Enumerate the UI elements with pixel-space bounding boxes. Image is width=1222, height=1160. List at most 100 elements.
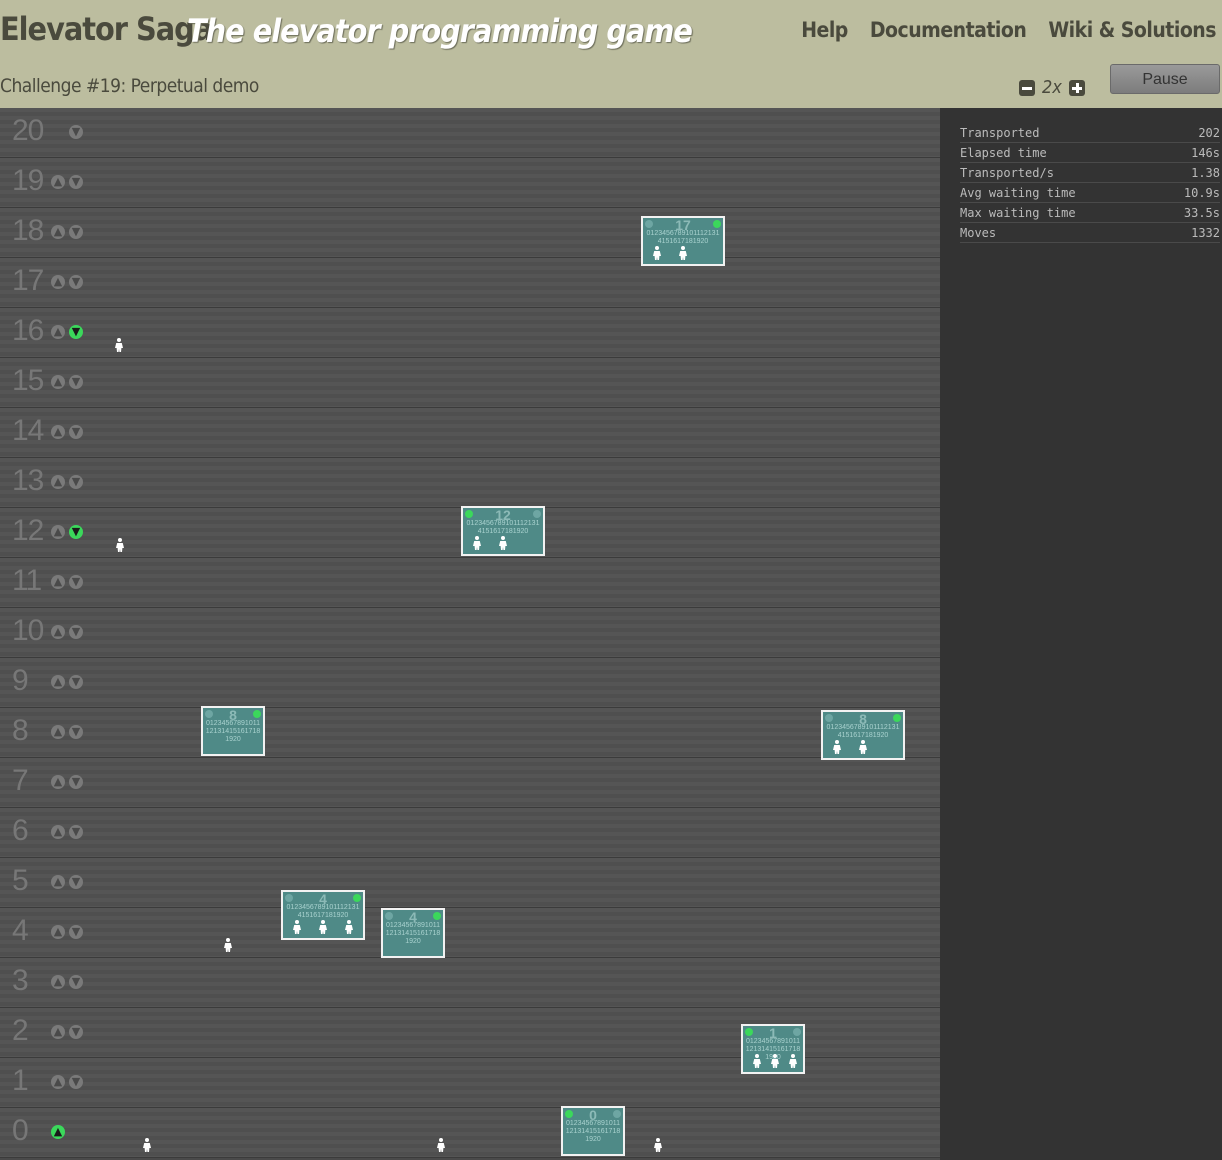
up-call-icon[interactable]: ▲ (51, 1075, 65, 1089)
up-call-icon[interactable]: ▲ (51, 725, 65, 739)
floor-number: 16 (12, 314, 44, 347)
up-call-icon[interactable]: ▲ (51, 225, 65, 239)
up-call-icon[interactable]: ▲ (51, 425, 65, 439)
floor-number: 12 (12, 514, 44, 547)
up-indicator-icon (825, 714, 833, 722)
down-call-icon[interactable]: ▼ (69, 725, 83, 739)
floor-row: 19 ▲ ▼ (0, 158, 940, 208)
passenger-icon (293, 920, 301, 934)
floor-row: 14 ▲ ▼ (0, 408, 940, 458)
up-call-icon[interactable]: ▲ (51, 625, 65, 639)
up-indicator-icon (745, 1028, 753, 1036)
stat-row: Elapsed time 146s (960, 142, 1220, 163)
passenger-icon (833, 740, 841, 754)
up-call-icon[interactable]: ▲ (51, 875, 65, 889)
up-call-icon[interactable]: ▲ (51, 475, 65, 489)
floor-number: 3 (12, 964, 29, 997)
floor-row: 17 ▲ ▼ (0, 258, 940, 308)
up-call-icon[interactable]: ▲ (51, 575, 65, 589)
documentation-link[interactable]: Documentation (870, 18, 1027, 42)
elevator-floor-buttons: 01234567891011121314151617181920 (385, 922, 441, 945)
speed-value: 2x (1042, 77, 1062, 98)
nav: Help Documentation Wiki & Solutions (801, 18, 1216, 42)
down-call-icon[interactable]: ▼ (69, 775, 83, 789)
floor-number: 5 (12, 864, 29, 897)
up-call-icon[interactable]: ▲ (51, 325, 65, 339)
stat-row: Max waiting time 33.5s (960, 202, 1220, 223)
floor-row: 8 ▲ ▼ (0, 708, 940, 758)
floor-row: 0 ▲ (0, 1108, 940, 1158)
up-call-icon[interactable]: ▲ (51, 275, 65, 289)
down-call-icon[interactable]: ▼ (69, 375, 83, 389)
waiting-passenger-icon (143, 1138, 151, 1152)
up-call-icon[interactable]: ▲ (51, 525, 65, 539)
floor-row: 6 ▲ ▼ (0, 808, 940, 858)
floor-number: 20 (12, 114, 44, 147)
stat-label: Avg waiting time (960, 186, 1076, 200)
elevator: 4 01234567891011121314151617181920 (381, 908, 445, 958)
up-call-icon[interactable]: ▲ (51, 1025, 65, 1039)
down-call-icon[interactable]: ▼ (69, 225, 83, 239)
stat-value: 10.9s (1183, 186, 1220, 200)
waiting-passenger-icon (654, 1138, 662, 1152)
floor-row: 16 ▲ ▼ (0, 308, 940, 358)
down-call-icon[interactable]: ▼ (69, 825, 83, 839)
stat-value: 1.38 (1191, 166, 1220, 180)
down-call-icon[interactable]: ▼ (69, 175, 83, 189)
up-call-icon[interactable]: ▲ (51, 775, 65, 789)
down-call-icon[interactable]: ▼ (69, 925, 83, 939)
elevator-floor-buttons: 01234567891011121314151617181920 (286, 904, 360, 919)
floor-number: 19 (12, 164, 44, 197)
floor-number: 7 (12, 764, 29, 797)
pause-button[interactable]: Pause (1110, 64, 1220, 94)
up-indicator-icon (385, 912, 393, 920)
down-call-icon[interactable]: ▼ (69, 125, 83, 139)
wiki-link[interactable]: Wiki & Solutions (1048, 18, 1216, 42)
up-call-icon[interactable]: ▲ (51, 375, 65, 389)
up-call-icon[interactable]: ▲ (51, 825, 65, 839)
up-indicator-icon (465, 510, 473, 518)
elevator: 8 01234567891011121314151617181920 (821, 710, 905, 760)
floor-row: 10 ▲ ▼ (0, 608, 940, 658)
floor-number: 2 (12, 1014, 29, 1047)
down-call-icon[interactable]: ▼ (69, 425, 83, 439)
stat-value: 202 (1198, 126, 1220, 140)
up-call-icon[interactable]: ▲ (51, 675, 65, 689)
down-call-icon[interactable]: ▼ (69, 875, 83, 889)
down-call-icon[interactable]: ▼ (69, 675, 83, 689)
down-call-icon[interactable]: ▼ (69, 1075, 83, 1089)
passenger-icon (789, 1054, 797, 1068)
down-call-icon[interactable]: ▼ (69, 525, 83, 539)
elevator-floor-buttons: 01234567891011121314151617181920 (466, 520, 540, 535)
stat-row: Moves 1332 (960, 222, 1220, 243)
app-subtitle: The elevator programming game (187, 12, 693, 50)
down-call-icon[interactable]: ▼ (69, 575, 83, 589)
down-call-icon[interactable]: ▼ (69, 475, 83, 489)
passenger-icon (771, 1054, 779, 1068)
waiting-passenger-icon (224, 938, 232, 952)
down-call-icon[interactable]: ▼ (69, 275, 83, 289)
passenger-icon (473, 536, 481, 550)
down-call-icon[interactable]: ▼ (69, 325, 83, 339)
challenge-title: Challenge #19: Perpetual demo (0, 75, 259, 97)
floor-number: 9 (12, 664, 29, 697)
plus-icon[interactable] (1068, 79, 1085, 96)
floor-row: 9 ▲ ▼ (0, 658, 940, 708)
down-call-icon[interactable]: ▼ (69, 975, 83, 989)
stats-panel: Transported 202 Elapsed time 146s Transporte… (940, 108, 1222, 1160)
up-call-icon[interactable]: ▲ (51, 975, 65, 989)
minus-icon[interactable] (1019, 79, 1035, 96)
elevator: 8 01234567891011121314151617181920 (201, 706, 265, 756)
down-indicator-icon (533, 510, 541, 518)
up-call-icon[interactable]: ▲ (51, 1125, 65, 1139)
floor-number: 17 (12, 264, 44, 297)
up-call-icon[interactable]: ▲ (51, 925, 65, 939)
waiting-passenger-icon (116, 538, 124, 552)
floor-row: 7 ▲ ▼ (0, 758, 940, 808)
down-call-icon[interactable]: ▼ (69, 625, 83, 639)
up-indicator-icon (565, 1110, 573, 1118)
floor-number: 10 (12, 614, 44, 647)
down-call-icon[interactable]: ▼ (69, 1025, 83, 1039)
help-link[interactable]: Help (801, 18, 848, 42)
up-call-icon[interactable]: ▲ (51, 175, 65, 189)
